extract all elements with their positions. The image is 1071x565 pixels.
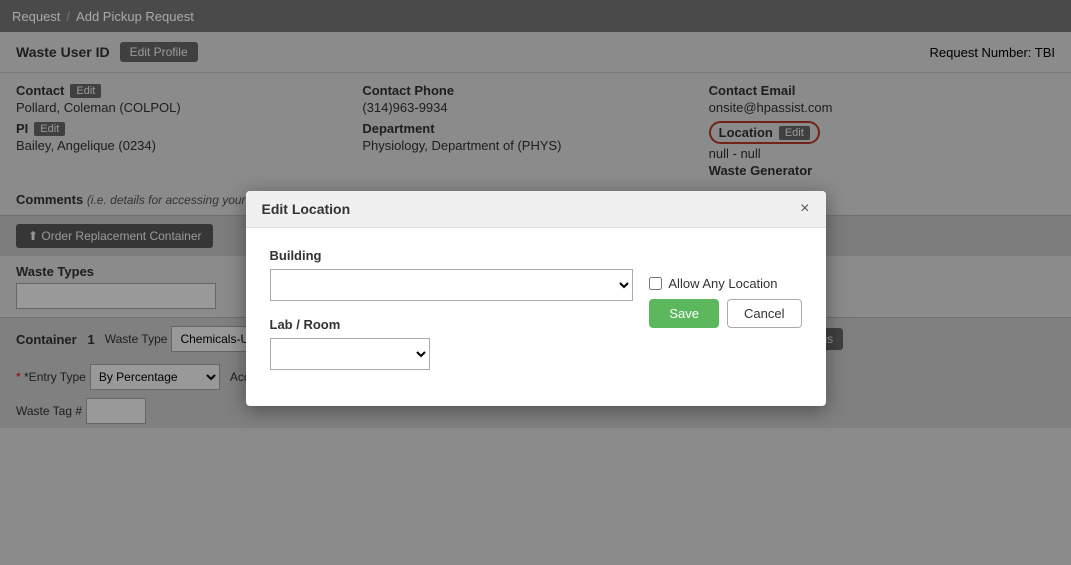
- breadcrumb-separator: /: [66, 9, 70, 24]
- allow-any-location-group: Allow Any Location: [649, 276, 777, 291]
- lab-room-field: Lab / Room: [270, 317, 634, 370]
- modal-row: Building Lab / Room: [270, 248, 802, 386]
- building-label: Building: [270, 248, 634, 263]
- top-bar: Request / Add Pickup Request: [0, 0, 1071, 32]
- allow-any-location-checkbox[interactable]: [649, 277, 662, 290]
- modal-right-col: Allow Any Location Save Cancel: [649, 248, 801, 328]
- modal-header: Edit Location ×: [246, 191, 826, 228]
- modal-title: Edit Location: [262, 201, 351, 217]
- modal-actions: Save Cancel: [649, 299, 801, 328]
- breadcrumb-request[interactable]: Request: [12, 9, 60, 24]
- allow-any-location-label: Allow Any Location: [668, 276, 777, 291]
- main-content: Waste User ID Edit Profile Request Numbe…: [0, 32, 1071, 565]
- modal-save-button[interactable]: Save: [649, 299, 719, 328]
- edit-location-modal: Edit Location × Building Lab / Room: [246, 191, 826, 406]
- breadcrumb-page: Add Pickup Request: [76, 9, 194, 24]
- lab-room-select[interactable]: [270, 338, 430, 370]
- modal-building-col: Building Lab / Room: [270, 248, 634, 386]
- modal-overlay: Edit Location × Building Lab / Room: [0, 32, 1071, 565]
- building-field: Building: [270, 248, 634, 301]
- modal-cancel-button[interactable]: Cancel: [727, 299, 801, 328]
- lab-room-label: Lab / Room: [270, 317, 634, 332]
- building-select[interactable]: [270, 269, 634, 301]
- modal-body: Building Lab / Room: [246, 228, 826, 406]
- modal-close-button[interactable]: ×: [800, 201, 809, 217]
